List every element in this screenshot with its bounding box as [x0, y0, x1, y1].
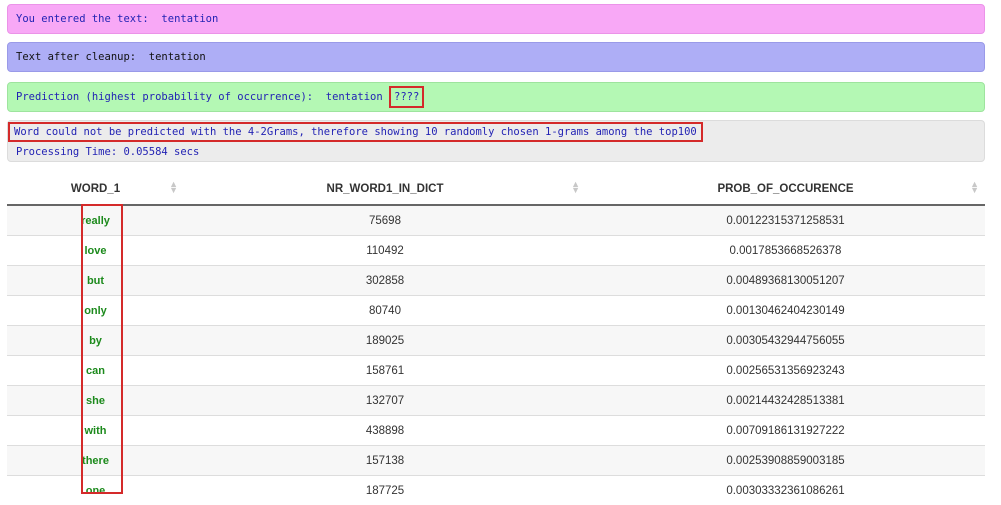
- table-row: love 110492 0.0017853668526378: [7, 236, 985, 266]
- sort-icon: ▲▼: [169, 181, 178, 193]
- prob-cell: 0.00256531356923243: [586, 356, 985, 386]
- prob-cell: 0.00214432428513381: [586, 386, 985, 416]
- word-cell: only: [7, 296, 184, 326]
- fallback-message: Word could not be predicted with the 4-2…: [10, 124, 701, 140]
- prob-cell: 0.00709186131927222: [586, 416, 985, 446]
- table-row: there 157138 0.00253908859003185: [7, 446, 985, 476]
- table-row: can 158761 0.00256531356923243: [7, 356, 985, 386]
- prediction-input-word: tentation: [326, 91, 383, 103]
- count-cell: 189025: [184, 326, 586, 356]
- count-cell: 302858: [184, 266, 586, 296]
- prediction-label: Prediction (highest probability of occur…: [16, 91, 313, 103]
- count-cell: 158761: [184, 356, 586, 386]
- predicted-word: ????: [391, 88, 422, 106]
- table-row: really 75698 0.00122315371258531: [7, 205, 985, 236]
- entered-label: You entered the text:: [16, 13, 149, 25]
- header-label: PROB_OF_OCCURENCE: [717, 183, 853, 195]
- cleanup-value: tentation: [149, 51, 206, 63]
- processing-time: Processing Time: 0.05584 secs: [16, 146, 199, 158]
- table-row: one 187725 0.00303332361086261: [7, 476, 985, 505]
- word-cell: by: [7, 326, 184, 356]
- prob-cell: 0.00305432944756055: [586, 326, 985, 356]
- table-row: she 132707 0.00214432428513381: [7, 386, 985, 416]
- word-cell: love: [7, 236, 184, 266]
- table-row: with 438898 0.00709186131927222: [7, 416, 985, 446]
- info-panel: Word could not be predicted with the 4-2…: [7, 120, 985, 162]
- ngram-table: WORD_1 ▲▼ NR_WORD1_IN_DICT ▲▼ PROB_OF_OC…: [7, 173, 985, 505]
- table-row: by 189025 0.00305432944756055: [7, 326, 985, 356]
- cleanup-text-panel: Text after cleanup: tentation: [7, 42, 985, 72]
- table-body: really 75698 0.00122315371258531 love 11…: [7, 205, 985, 505]
- word-cell: there: [7, 446, 184, 476]
- table-row: only 80740 0.00130462404230149: [7, 296, 985, 326]
- prob-cell: 0.00303332361086261: [586, 476, 985, 505]
- word-cell: with: [7, 416, 184, 446]
- column-header-nr-word1[interactable]: NR_WORD1_IN_DICT ▲▼: [184, 173, 586, 205]
- column-header-word1[interactable]: WORD_1 ▲▼: [7, 173, 184, 205]
- word-cell: but: [7, 266, 184, 296]
- prediction-panel: Prediction (highest probability of occur…: [7, 82, 985, 112]
- table-header: WORD_1 ▲▼ NR_WORD1_IN_DICT ▲▼ PROB_OF_OC…: [7, 173, 985, 205]
- word-cell: can: [7, 356, 184, 386]
- count-cell: 157138: [184, 446, 586, 476]
- header-label: NR_WORD1_IN_DICT: [327, 183, 444, 195]
- count-cell: 132707: [184, 386, 586, 416]
- entered-value: tentation: [161, 13, 218, 25]
- word-cell: really: [7, 205, 184, 236]
- prob-cell: 0.00253908859003185: [586, 446, 985, 476]
- count-cell: 438898: [184, 416, 586, 446]
- prob-cell: 0.00489368130051207: [586, 266, 985, 296]
- count-cell: 187725: [184, 476, 586, 505]
- count-cell: 80740: [184, 296, 586, 326]
- prob-cell: 0.0017853668526378: [586, 236, 985, 266]
- entered-text-panel: You entered the text: tentation: [7, 4, 985, 34]
- prob-cell: 0.00122315371258531: [586, 205, 985, 236]
- prob-cell: 0.00130462404230149: [586, 296, 985, 326]
- table-row: but 302858 0.00489368130051207: [7, 266, 985, 296]
- word-cell: she: [7, 386, 184, 416]
- count-cell: 110492: [184, 236, 586, 266]
- cleanup-label: Text after cleanup:: [16, 51, 136, 63]
- header-label: WORD_1: [71, 183, 120, 195]
- count-cell: 75698: [184, 205, 586, 236]
- sort-icon: ▲▼: [571, 181, 580, 193]
- sort-icon: ▲▼: [970, 181, 979, 193]
- column-header-prob[interactable]: PROB_OF_OCCURENCE ▲▼: [586, 173, 985, 205]
- word-cell: one: [7, 476, 184, 505]
